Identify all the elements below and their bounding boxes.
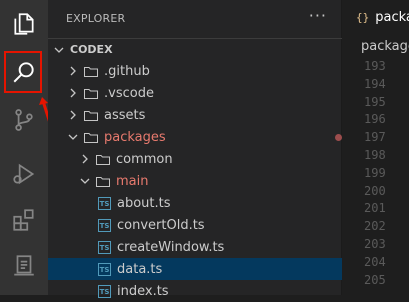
tree-item-label: main — [116, 173, 149, 189]
workspace-name: CODEX — [70, 43, 113, 56]
activity-bar — [0, 0, 52, 295]
modified-dot — [335, 134, 342, 141]
line-number: 193 — [364, 59, 386, 73]
typescript-file-icon: TS — [98, 218, 111, 232]
line-number: 199 — [364, 165, 386, 180]
typescript-file-icon: TS — [98, 262, 111, 276]
line-number: 205 — [364, 272, 386, 287]
typescript-file-icon: TS — [98, 196, 111, 210]
tab-label: packa — [375, 10, 409, 25]
folder-open-icon — [84, 132, 98, 143]
tab-bar: {} packa — [342, 0, 409, 35]
explorer-icon[interactable] — [0, 0, 48, 48]
line-number: 195 — [364, 94, 386, 109]
line-number: 203 — [364, 236, 386, 251]
typescript-file-icon: TS — [98, 240, 111, 254]
line-number: 198 — [364, 147, 386, 162]
typescript-file-icon: TS — [98, 284, 111, 298]
line-number: 201 — [364, 201, 386, 216]
line-number: 196 — [364, 112, 386, 127]
chevron-down-icon — [68, 134, 78, 140]
line-number-gutter: 193 194 195 196 197 198 199 200 201 202 203 204 205 — [342, 58, 409, 289]
tree-file-row[interactable]: TS index.ts — [48, 280, 391, 302]
tree-folder-row[interactable]: common — [48, 148, 371, 170]
tree-folder-row[interactable]: main — [48, 170, 371, 192]
chevron-right-icon — [82, 154, 88, 164]
line-number: 202 — [364, 219, 386, 234]
tree-item-label: assets — [104, 107, 146, 123]
chevron-right-icon — [70, 66, 76, 76]
line-number: 204 — [364, 254, 386, 269]
tree-item-label: createWindow.ts — [117, 239, 225, 255]
chevron-right-icon — [70, 88, 76, 98]
folder-icon — [84, 88, 98, 99]
tree-item-label: .vscode — [104, 85, 154, 101]
tree-folder-row[interactable]: .vscode — [48, 82, 359, 104]
tree-item-label: .github — [104, 63, 150, 79]
tree-folder-row[interactable]: .github — [48, 60, 359, 82]
tree-item-label: about.ts — [117, 195, 171, 211]
breadcrumb[interactable]: packages — [342, 36, 409, 58]
tree-file-row[interactable]: TSdata.ts6 — [48, 258, 391, 280]
folder-open-icon — [96, 176, 110, 187]
remote-explorer-icon[interactable] — [0, 242, 48, 290]
tree-file-row[interactable]: TS createWindow.ts — [48, 236, 391, 258]
tree-item-label: common — [116, 151, 173, 167]
workspace-section-header[interactable]: CODEX — [48, 38, 342, 60]
chevron-right-icon — [70, 110, 76, 120]
search-highlight-box — [4, 51, 42, 93]
chevron-down-icon — [54, 47, 64, 53]
tree-file-row[interactable]: TS about.ts — [48, 192, 391, 214]
tab-active-file[interactable]: {} packa — [342, 0, 409, 35]
line-number: 197 — [364, 130, 386, 145]
tree-folder-row[interactable]: assets — [48, 104, 359, 126]
tree-item-label: convertOld.ts — [117, 217, 205, 233]
chevron-down-icon — [80, 178, 90, 184]
folder-icon — [96, 154, 110, 165]
line-number: 194 — [364, 76, 386, 91]
json-file-icon: {} — [356, 11, 370, 24]
tree-item-label: data.ts — [117, 261, 163, 277]
folder-icon — [84, 110, 98, 121]
explorer-title: EXPLORER — [66, 12, 126, 25]
tree-file-row[interactable]: TS convertOld.ts — [48, 214, 391, 236]
tree-item-label: packages — [104, 129, 166, 145]
editor-area: {} packa packages 193 194 195 196 197 198 199 2… — [342, 0, 409, 295]
tree-folder-row[interactable]: packages — [48, 126, 359, 148]
explorer-sidebar: EXPLORER ··· CODEX .github .vscode assets p… — [48, 0, 391, 299]
run-debug-icon[interactable] — [0, 150, 48, 198]
extensions-icon[interactable] — [0, 196, 48, 244]
more-actions-icon[interactable]: ··· — [309, 6, 327, 25]
folder-icon — [84, 66, 98, 77]
tree-item-label: index.ts — [117, 283, 169, 299]
line-number: 200 — [364, 183, 386, 198]
